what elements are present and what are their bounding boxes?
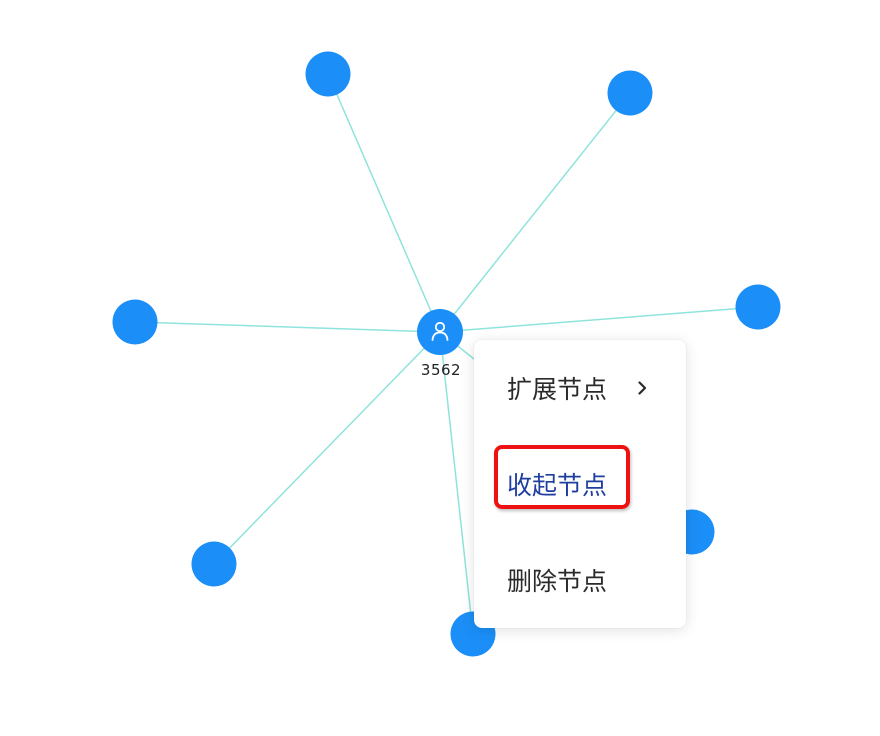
graph-edge bbox=[327, 73, 441, 333]
menu-item-label: 删除节点 bbox=[507, 567, 608, 596]
menu-item-delete-node[interactable]: 删除节点 bbox=[474, 550, 686, 610]
graph-edge bbox=[439, 306, 759, 333]
graph-canvas[interactable]: 3562 bbox=[0, 0, 880, 736]
graph-edge bbox=[134, 321, 441, 333]
graph-edge bbox=[439, 92, 631, 333]
chevron-right-icon bbox=[638, 381, 647, 395]
graph-edge bbox=[213, 331, 441, 565]
center-node-label: 3562 bbox=[421, 361, 461, 379]
graph-node[interactable] bbox=[112, 299, 158, 345]
menu-item-label: 收起节点 bbox=[507, 471, 608, 500]
menu-item-label: 扩展节点 bbox=[507, 375, 608, 404]
graph-node[interactable] bbox=[607, 70, 653, 116]
menu-item-expand-node[interactable]: 扩展节点 bbox=[474, 358, 686, 418]
menu-item-collapse-node[interactable]: 收起节点 bbox=[474, 454, 686, 514]
center-node[interactable]: 3562 bbox=[417, 309, 463, 379]
context-menu: 扩展节点 收起节点 删除节点 bbox=[474, 340, 686, 628]
graph-node[interactable] bbox=[191, 541, 237, 587]
graph-node[interactable] bbox=[735, 284, 781, 330]
graph-node[interactable] bbox=[305, 51, 351, 97]
